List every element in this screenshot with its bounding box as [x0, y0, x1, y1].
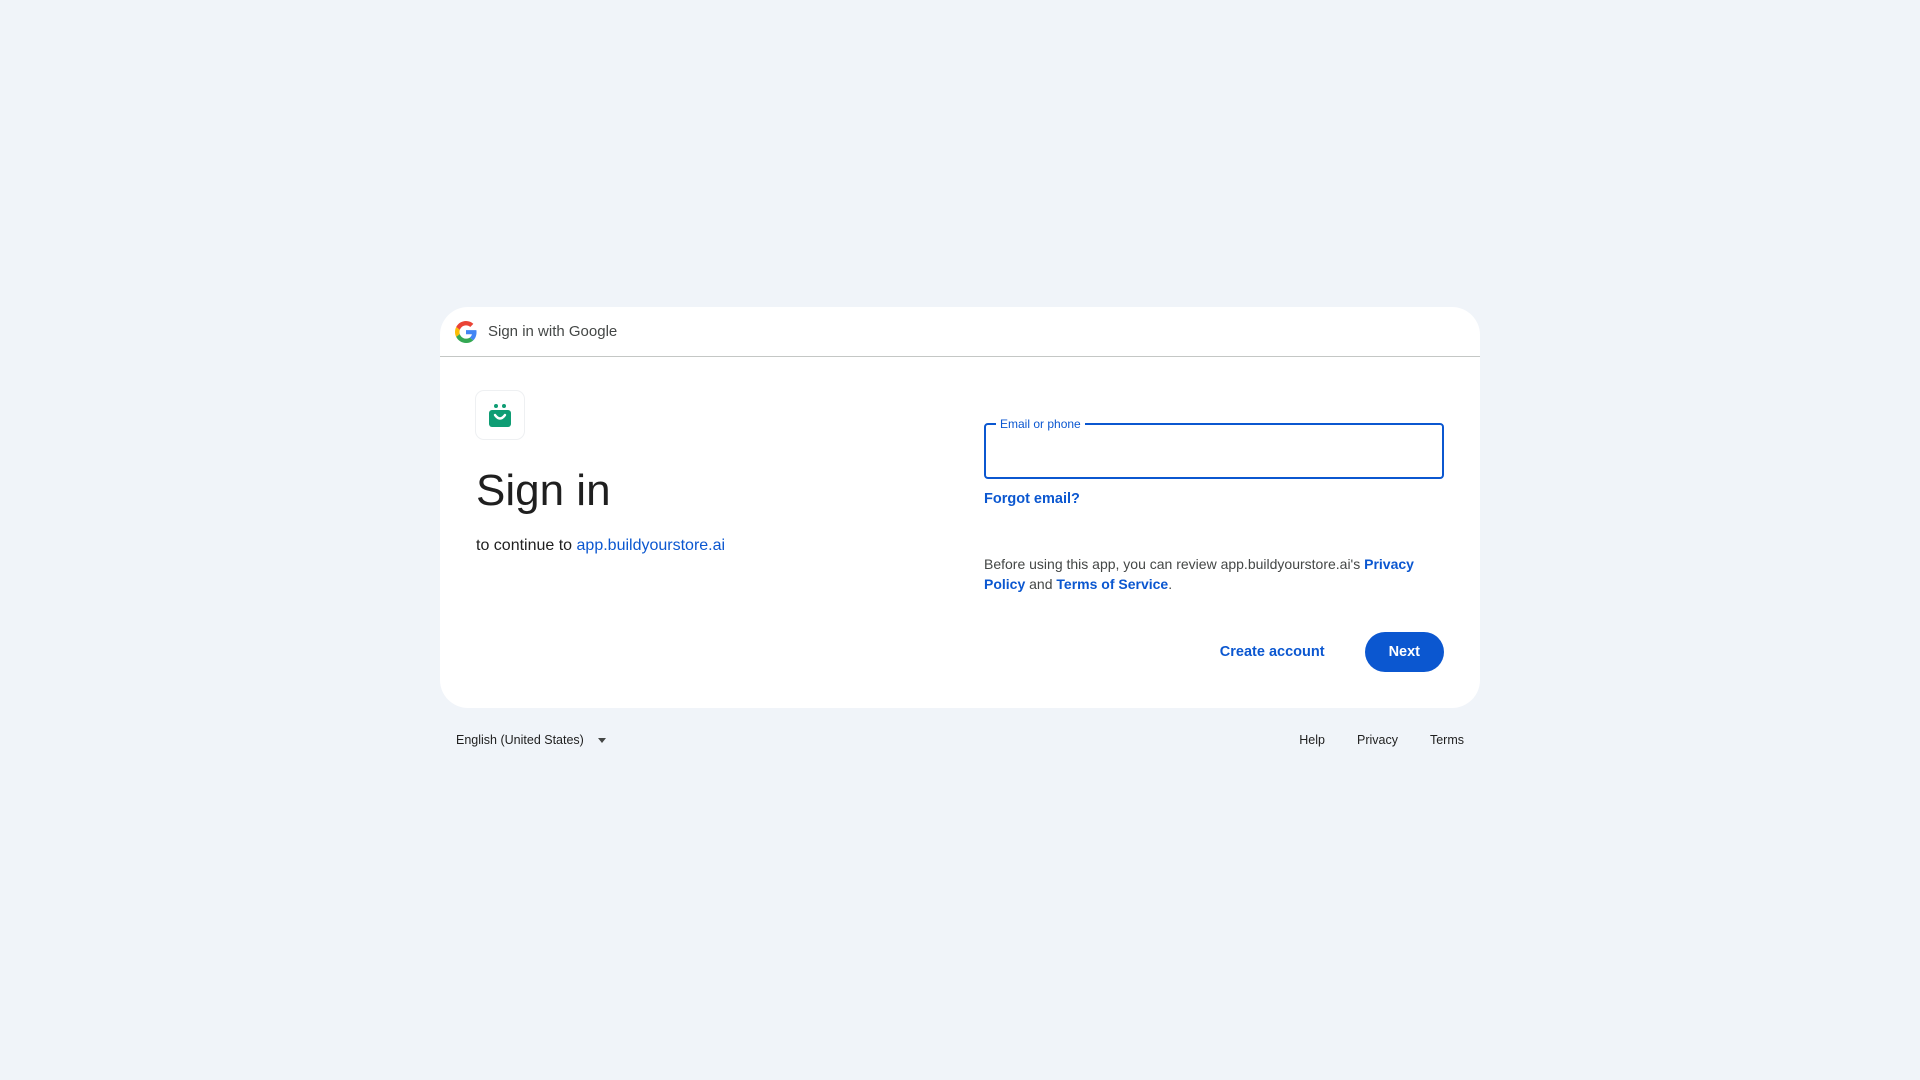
page-title: Sign in [476, 466, 611, 515]
footer-links: Help Privacy Terms [1267, 733, 1464, 747]
app-link[interactable]: app.buildyourstore.ai [577, 537, 726, 554]
card-header: Sign in with Google [440, 307, 1480, 357]
policy-prefix: Before using this app, you can review ap… [984, 556, 1361, 572]
page: Sign in with Google Sign in to continue … [0, 0, 1920, 1080]
policy-suffix: . [1168, 576, 1173, 592]
language-label: English (United States) [456, 733, 584, 747]
footer-help-link[interactable]: Help [1299, 733, 1325, 747]
left-column: Sign in to continue to app.buildyourstor… [476, 391, 916, 555]
chevron-down-icon [597, 737, 606, 743]
forgot-email-link[interactable]: Forgot email? [984, 491, 1080, 507]
signin-card: Sign in with Google Sign in to continue … [440, 307, 1480, 708]
email-field-label: Email or phone [996, 416, 1085, 432]
subtitle: to continue to app.buildyourstore.ai [476, 537, 916, 555]
footer-terms-link[interactable]: Terms [1430, 733, 1464, 747]
shopping-bag-smile-icon [489, 404, 511, 427]
action-buttons: Create account Next [1204, 632, 1444, 672]
subtitle-prefix: to continue to [476, 537, 573, 554]
terms-of-service-link[interactable]: Terms of Service [1056, 576, 1168, 592]
footer: English (United States) Help Privacy Ter… [440, 722, 1480, 758]
right-column: Email or phone Forgot email? Before usin… [984, 416, 1444, 594]
policy-text: Before using this app, you can review ap… [984, 554, 1444, 594]
email-field[interactable] [986, 425, 1442, 477]
policy-and: and [1029, 576, 1053, 592]
footer-privacy-link[interactable]: Privacy [1357, 733, 1398, 747]
google-g-icon [455, 320, 477, 343]
email-field-container: Email or phone [984, 416, 1444, 479]
header-title: Sign in with Google [488, 323, 618, 340]
next-button[interactable]: Next [1364, 632, 1444, 672]
app-logo [476, 391, 524, 439]
create-account-button[interactable]: Create account [1204, 634, 1341, 670]
language-selector[interactable]: English (United States) [456, 733, 606, 747]
